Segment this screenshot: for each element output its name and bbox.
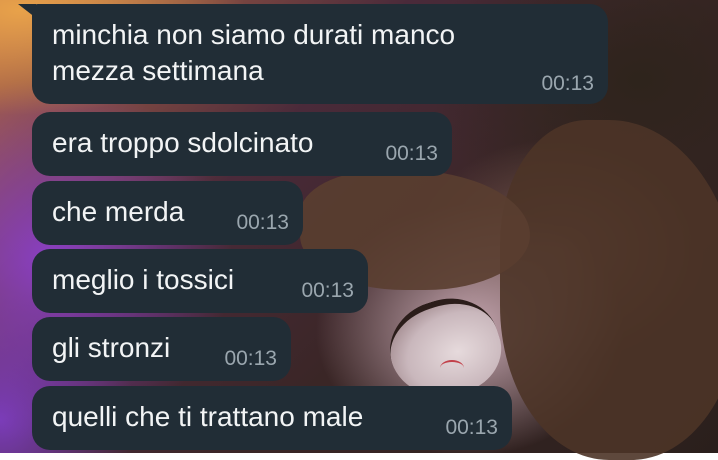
incoming-message-bubble[interactable]: che merda 00:13 <box>32 181 303 245</box>
bubble-tail <box>18 4 36 18</box>
incoming-message-bubble[interactable]: meglio i tossici 00:13 <box>32 249 368 313</box>
incoming-message-bubble[interactable]: gli stronzi 00:13 <box>32 317 291 381</box>
message-list[interactable]: minchia non siamo durati manco mezza set… <box>0 0 718 453</box>
message-timestamp: 00:13 <box>385 142 438 165</box>
message-timestamp: 00:13 <box>301 279 354 302</box>
incoming-message-bubble[interactable]: quelli che ti trattano male 00:13 <box>32 386 512 450</box>
message-timestamp: 00:13 <box>445 416 498 439</box>
message-timestamp: 00:13 <box>541 72 594 95</box>
message-text: minchia non siamo durati manco mezza set… <box>52 19 456 86</box>
message-text: era troppo sdolcinato <box>52 127 314 158</box>
message-timestamp: 00:13 <box>236 211 289 234</box>
incoming-message-bubble[interactable]: era troppo sdolcinato 00:13 <box>32 112 452 176</box>
message-timestamp: 00:13 <box>224 347 277 370</box>
incoming-message-bubble[interactable]: minchia non siamo durati manco mezza set… <box>18 4 608 104</box>
message-text: quelli che ti trattano male <box>52 401 364 432</box>
